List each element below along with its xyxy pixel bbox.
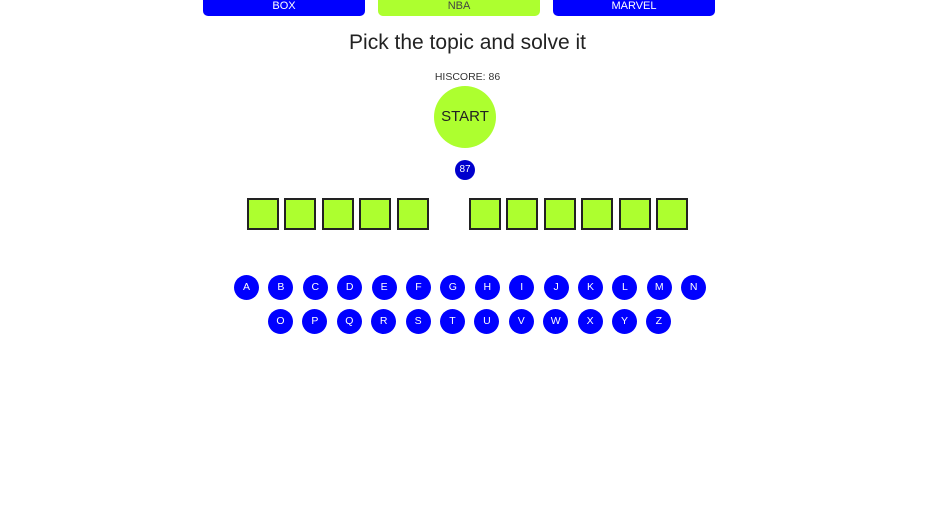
letter-key-o[interactable]: O	[268, 309, 293, 334]
topic-tab-marvel[interactable]: MARVEL	[553, 0, 715, 16]
topic-tab-box[interactable]: BOX	[203, 0, 365, 16]
start-button[interactable]: START	[434, 86, 496, 148]
letter-key-x[interactable]: X	[577, 309, 603, 334]
letter-key-t[interactable]: T	[440, 309, 465, 334]
letter-key-f[interactable]: F	[406, 275, 431, 300]
letter-key-w[interactable]: W	[543, 309, 569, 334]
letter-key-s[interactable]: S	[405, 309, 431, 334]
letter-key-d[interactable]: D	[337, 275, 363, 300]
letter-key-u[interactable]: U	[474, 309, 500, 334]
letter-key-n[interactable]: N	[681, 275, 707, 300]
letter-key-e[interactable]: E	[371, 275, 397, 300]
letter-slot	[396, 198, 429, 230]
letter-slot	[359, 198, 392, 230]
letter-key-q[interactable]: Q	[336, 309, 362, 334]
letter-slot	[246, 198, 279, 230]
letter-slot	[468, 198, 501, 230]
topic-tab-nba[interactable]: NBA	[378, 0, 540, 16]
letter-key-a[interactable]: A	[234, 275, 259, 300]
letter-slot	[506, 198, 539, 230]
letter-key-k[interactable]: K	[578, 275, 603, 300]
letter-key-c[interactable]: C	[302, 275, 328, 300]
letter-key-h[interactable]: H	[474, 275, 500, 300]
letter-key-r[interactable]: R	[371, 309, 397, 334]
letter-key-y[interactable]: Y	[612, 309, 637, 334]
letter-slot	[618, 198, 651, 230]
letter-key-p[interactable]: P	[302, 309, 328, 334]
letter-key-m[interactable]: M	[646, 275, 672, 300]
letter-slot	[543, 198, 576, 230]
letter-key-z[interactable]: Z	[646, 309, 672, 334]
hiscore-label: HISCORE: 86	[434, 71, 501, 83]
counter-badge: 87	[455, 160, 475, 180]
letter-key-l[interactable]: L	[612, 275, 638, 300]
letter-slot	[321, 198, 354, 230]
letter-key-v[interactable]: V	[508, 309, 534, 334]
game-page: BOX NBA MARVEL Pick the topic and solve …	[0, 0, 935, 525]
letter-slot	[284, 198, 317, 230]
letter-slot	[581, 198, 614, 230]
letter-key-g[interactable]: G	[440, 275, 466, 300]
letter-key-j[interactable]: J	[543, 275, 569, 300]
word-slots	[0, 198, 935, 230]
letter-key-b[interactable]: B	[268, 275, 294, 300]
letter-slot	[656, 198, 689, 230]
page-title: Pick the topic and solve it	[349, 31, 586, 54]
letter-key-i[interactable]: I	[509, 275, 535, 300]
